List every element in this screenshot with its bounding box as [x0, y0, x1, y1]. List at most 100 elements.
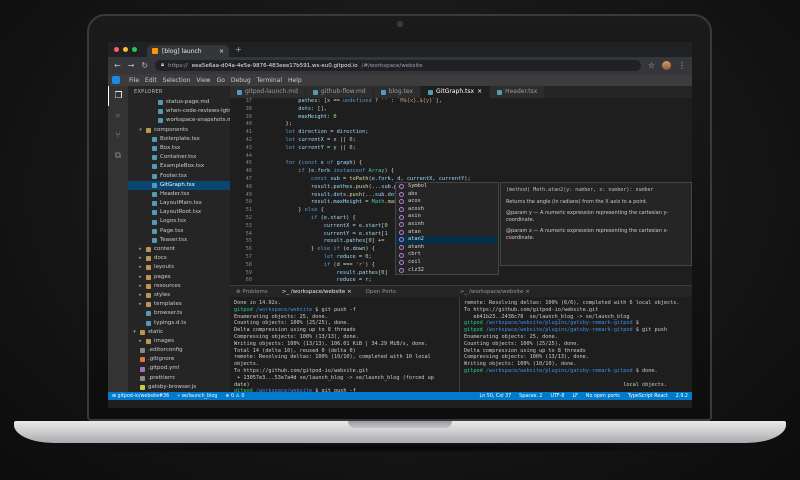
file-item[interactable]: browser.ts	[128, 309, 230, 318]
suggestion-label: acosh	[408, 205, 424, 212]
close-window-button[interactable]	[114, 47, 119, 52]
file-item[interactable]: Container.tsx	[128, 153, 230, 162]
new-tab-button[interactable]: +	[235, 45, 242, 54]
suggestion-item[interactable]: atan2	[396, 236, 498, 244]
reload-icon[interactable]: ↻	[141, 61, 148, 70]
editor-tab[interactable]: github-flow.md	[305, 86, 374, 98]
suggestion-item[interactable]: asinh	[396, 221, 498, 229]
maximize-window-button[interactable]	[132, 47, 137, 52]
file-item[interactable]: ExampleBox.tsx	[128, 162, 230, 171]
menu-item-go[interactable]: Go	[217, 77, 225, 84]
tab-open-ports[interactable]: Open Ports	[366, 289, 396, 295]
terminal-line: Enumerating objects: 25, done.	[234, 313, 328, 320]
status-branch[interactable]: ⑂ se/launch_blog	[177, 393, 217, 399]
more-menu-icon[interactable]: ⋮	[678, 61, 686, 70]
file-item[interactable]: Box.tsx	[128, 144, 230, 153]
status-position[interactable]: Ln 50, Col 37	[480, 394, 512, 399]
line-number: 45	[245, 160, 252, 167]
suggestion-item[interactable]: abs	[396, 191, 498, 199]
source-control-icon[interactable]: ⑂	[108, 126, 128, 146]
file-item[interactable]: Page.tsx	[128, 227, 230, 236]
file-item[interactable]: gatsby-browser.js	[128, 383, 230, 392]
folder-item[interactable]: ▾ components	[128, 126, 230, 135]
status-ports[interactable]: No open ports	[586, 394, 620, 399]
file-item[interactable]: LayoutMain.tsx	[128, 199, 230, 208]
editor-tab[interactable]: GitGraph.tsx ×	[421, 86, 491, 98]
md-file-icon	[158, 118, 163, 124]
suggestion-item[interactable]: asin	[396, 213, 498, 221]
file-item[interactable]: .prettierrc	[128, 374, 230, 383]
close-tab-icon[interactable]: ×	[219, 48, 224, 55]
tab-terminal-2[interactable]: >_ /workspace/website ×	[460, 289, 530, 295]
menu-item-view[interactable]: View	[196, 77, 210, 84]
tree-item-label: Container.tsx	[160, 154, 197, 161]
status-eol[interactable]: LF	[572, 394, 577, 399]
file-item[interactable]: Boilerplate.tsx	[128, 135, 230, 144]
tab-terminal[interactable]: >_ /workspace/website ×	[282, 289, 352, 295]
code-text: let reduce = 0;	[323, 253, 372, 260]
file-item[interactable]: .gitignore	[128, 355, 230, 364]
editor-tab[interactable]: gitpod-launch.md	[230, 86, 306, 98]
suggestion-item[interactable]: acosh	[396, 206, 498, 214]
file-item[interactable]: when-code-reviews-lgtm.md	[128, 107, 230, 116]
suggestion-item[interactable]: atan	[396, 229, 498, 237]
editor-tab[interactable]: blog.tex	[373, 86, 422, 98]
file-item[interactable]: GitGraph.tsx	[128, 180, 230, 190]
status-problems[interactable]: ⊗ 0 ⚠ 0	[225, 394, 244, 399]
suggestion-item[interactable]: ceil	[396, 259, 498, 267]
avatar[interactable]	[662, 61, 671, 70]
status-encoding[interactable]: UTF-8	[550, 394, 564, 399]
menu-item-edit[interactable]: Edit	[145, 77, 157, 84]
file-item[interactable]: Logos.tsx	[128, 217, 230, 226]
editor-tab[interactable]: Header.tsx	[490, 86, 546, 98]
file-item[interactable]: .editorconfig	[128, 346, 230, 355]
status-language[interactable]: TypeScript React	[628, 394, 668, 399]
tab-problems[interactable]: ⊗ Problems	[236, 289, 268, 295]
folder-item[interactable]: ▸ styles	[128, 291, 230, 300]
menu-item-debug[interactable]: Debug	[231, 77, 251, 84]
tab-problems-label: Problems	[242, 288, 268, 295]
folder-item[interactable]: ▸ content	[128, 245, 230, 254]
url-field[interactable]: 🔒︎ https://eea5e6aa-d04a-4e5e-9876-483ee…	[155, 60, 641, 71]
close-icon[interactable]: ×	[477, 86, 482, 98]
file-item[interactable]: status-page.md	[128, 98, 230, 107]
file-item[interactable]: typings.d.ts	[128, 319, 230, 328]
terminal-left[interactable]: Done in 14.92s. gitpod /workspace/website…	[230, 297, 460, 400]
file-item[interactable]: .gitpod.yml	[128, 364, 230, 373]
status-version[interactable]: 2.9.2	[676, 394, 688, 399]
menu-item-file[interactable]: File	[129, 77, 139, 84]
editor-tab-label: Header.tsx	[505, 88, 538, 95]
search-icon[interactable]: ⌕	[108, 106, 128, 126]
menu-item-selection[interactable]: Selection	[163, 77, 191, 84]
folder-item[interactable]: ▸ pages	[128, 273, 230, 282]
suggestion-item[interactable]: Symbol	[396, 183, 498, 191]
folder-item[interactable]: ▸ layouts	[128, 263, 230, 272]
folder-item[interactable]: ▸ docs	[128, 254, 230, 263]
file-item[interactable]: Footer.tsx	[128, 172, 230, 181]
suggestion-item[interactable]: atanh	[396, 244, 498, 252]
suggestion-item[interactable]: clz32	[396, 267, 498, 275]
file-item[interactable]: LayoutRoot.tsx	[128, 208, 230, 217]
menu-item-terminal[interactable]: Terminal	[257, 77, 282, 84]
status-spaces[interactable]: Spaces: 2	[519, 394, 542, 399]
suggestion-item[interactable]: acos	[396, 198, 498, 206]
folder-item[interactable]: ▸ resources	[128, 282, 230, 291]
extensions-icon[interactable]: ⧉	[108, 146, 128, 166]
forward-icon[interactable]: →	[128, 61, 135, 70]
suggestion-item[interactable]: cbrt	[396, 251, 498, 259]
file-item[interactable]: workspace-snapshots.md	[128, 116, 230, 125]
files-icon[interactable]: ❐	[108, 86, 128, 106]
browser-tab[interactable]: [blog] launch ×	[147, 45, 229, 57]
back-icon[interactable]: ←	[114, 61, 121, 70]
status-repo[interactable]: ⊞ gitpod-io/website#36	[112, 394, 169, 399]
folder-item[interactable]: ▸ templates	[128, 300, 230, 309]
file-item[interactable]: Teaser.tsx	[128, 236, 230, 245]
terminal-right[interactable]: remote: Resolving deltas: 100% (6/6), co…	[460, 297, 692, 400]
folder-item[interactable]: ▸ images	[128, 337, 230, 346]
menu-item-help[interactable]: Help	[288, 77, 302, 84]
code-text: result.dots.push(...sub.dots);	[311, 191, 407, 198]
star-icon[interactable]: ☆	[648, 61, 655, 70]
folder-item[interactable]: ▾ static	[128, 328, 230, 337]
minimize-window-button[interactable]	[123, 47, 128, 52]
file-item[interactable]: Header.tsx	[128, 190, 230, 199]
